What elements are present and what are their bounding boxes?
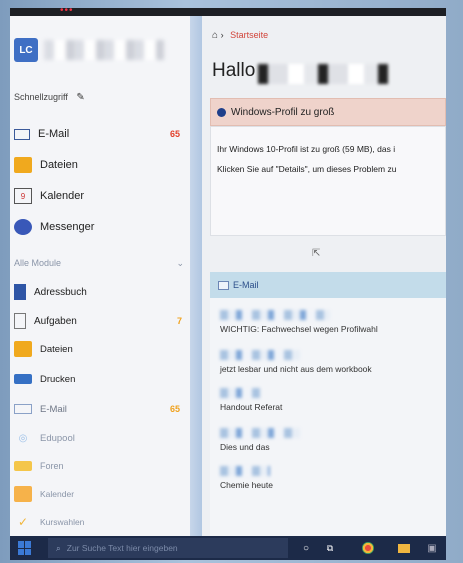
sidebar-item-course-selection[interactable]: ✓ Kurswahlen	[14, 510, 184, 534]
sender-redacted	[220, 466, 270, 476]
windows-start-icon[interactable]	[18, 541, 32, 555]
window-dots: •••	[60, 8, 74, 16]
browser-icon[interactable]	[360, 540, 376, 556]
taskbar: ⌕ Zur Suche Text hier eingeben ○ ⧉ ▣	[10, 536, 446, 560]
sidebar-item-print[interactable]: Drucken	[14, 367, 184, 391]
breadcrumb-link[interactable]: Startseite	[230, 30, 268, 40]
email-widget-title: E-Mail	[233, 280, 259, 290]
list-item[interactable]: jetzt lesbar und nicht aus dem workbook	[220, 350, 440, 374]
mail-icon	[14, 404, 32, 414]
screen: ••• LC Schnellzugriff ✎ E-Mail 65 Dateie…	[10, 8, 446, 560]
alert-header[interactable]: Windows-Profil zu groß	[210, 98, 446, 126]
list-item[interactable]: WICHTIG: Fachwechsel wegen Profilwahl	[220, 310, 440, 334]
unread-badge: 65	[169, 129, 180, 139]
breadcrumb: ⌂ › Startseite	[212, 30, 268, 41]
mail-icon	[14, 128, 30, 140]
page-title: Hallo	[212, 60, 256, 81]
cortana-icon[interactable]: ○	[298, 540, 314, 556]
calendar-icon: 9	[14, 188, 32, 204]
email-subject: Handout Referat	[220, 402, 283, 412]
email-list: WICHTIG: Fachwechsel wegen Profilwahl je…	[210, 298, 446, 538]
checkmark-icon: ✓	[17, 515, 29, 529]
top-bar: •••	[10, 8, 446, 16]
store-icon[interactable]: ▣	[424, 540, 440, 556]
user-bar[interactable]: LC	[10, 34, 190, 70]
sidebar-item-calendar[interactable]: 9 Kalender	[14, 184, 184, 208]
search-placeholder: Zur Suche Text hier eingeben	[66, 543, 178, 553]
email-subject: Dies und das	[220, 442, 270, 452]
alert-title: Windows-Profil zu groß	[231, 106, 335, 118]
sidebar-item-tasks[interactable]: Aufgaben 7	[14, 309, 184, 333]
sidebar-item-email[interactable]: E-Mail 65	[14, 122, 184, 146]
sender-redacted	[220, 388, 260, 398]
mouse-cursor-icon: ⇱	[312, 248, 321, 259]
sidebar-item-label: E-Mail	[38, 128, 70, 140]
sidebar-item-label: Messenger	[40, 221, 95, 233]
chevron-down-icon[interactable]: ⌄	[176, 258, 184, 269]
folder-icon	[14, 341, 32, 357]
all-modules-title[interactable]: Alle Module ⌄	[14, 258, 184, 268]
sidebar-item-label: Aufgaben	[34, 315, 77, 327]
all-modules-label: Alle Module	[14, 258, 62, 268]
quick-access-label: Schnellzugriff	[14, 92, 68, 102]
username-redacted	[44, 40, 164, 60]
sidebar-item-label: Foren	[40, 461, 64, 471]
addressbook-icon	[14, 284, 26, 300]
list-item[interactable]: Dies und das	[220, 428, 440, 452]
quick-access-title: Schnellzugriff ✎	[14, 92, 85, 103]
sidebar-item-label: Dateien	[40, 343, 73, 355]
main-content: ⌂ › Startseite Hallo Windows-Profil zu g…	[202, 16, 446, 538]
breadcrumb-separator: ›	[220, 30, 224, 40]
sender-redacted	[220, 310, 330, 320]
sidebar-item-files-module[interactable]: Dateien	[14, 337, 184, 361]
search-icon: ⌕	[56, 542, 61, 553]
sidebar-item-forum[interactable]: Foren	[14, 454, 184, 478]
edupool-icon: ◎	[18, 432, 28, 444]
email-widget-header[interactable]: E-Mail	[210, 272, 446, 298]
calendar-icon	[14, 486, 32, 502]
username-redacted	[258, 64, 388, 84]
sidebar: LC Schnellzugriff ✎ E-Mail 65 Dateien 9 …	[10, 16, 190, 536]
sidebar-item-calendar-module[interactable]: Kalender	[14, 482, 184, 506]
taskbar-search-input[interactable]: ⌕ Zur Suche Text hier eingeben	[48, 538, 288, 558]
sidebar-item-label: Adressbuch	[34, 286, 87, 298]
printer-icon	[14, 374, 32, 384]
email-subject: WICHTIG: Fachwechsel wegen Profilwahl	[220, 324, 378, 334]
sidebar-item-edupool[interactable]: ◎ Edupool	[14, 426, 184, 450]
list-item[interactable]: Chemie heute	[220, 466, 440, 490]
sidebar-item-label: Drucken	[40, 373, 76, 385]
folder-icon	[14, 157, 32, 173]
sidebar-divider	[190, 16, 202, 536]
alert-line: Klicken Sie auf "Details", um dieses Pro…	[217, 164, 397, 174]
task-view-icon[interactable]: ⧉	[322, 540, 338, 556]
unread-badge: 65	[169, 404, 180, 414]
sidebar-item-label: Dateien	[40, 159, 78, 171]
messenger-icon	[14, 219, 32, 235]
list-item[interactable]: Handout Referat	[220, 388, 440, 412]
alert-line: Ihr Windows 10-Profil ist zu groß (59 MB…	[217, 144, 396, 154]
sidebar-item-messenger[interactable]: Messenger	[14, 215, 184, 239]
sidebar-item-label: Kurswahlen	[40, 517, 85, 527]
email-subject: jetzt lesbar und nicht aus dem workbook	[220, 364, 372, 374]
avatar[interactable]: LC	[14, 38, 38, 62]
sidebar-item-label: E-Mail	[40, 403, 67, 415]
sender-redacted	[220, 428, 300, 438]
mail-icon	[218, 280, 229, 290]
sidebar-item-label: Kalender	[40, 489, 75, 499]
alert-body: Ihr Windows 10-Profil ist zu groß (59 MB…	[210, 126, 446, 236]
sidebar-item-email-module[interactable]: E-Mail 65	[14, 397, 184, 421]
sidebar-item-label: Edupool	[40, 432, 75, 444]
warning-icon	[217, 107, 226, 117]
email-subject: Chemie heute	[220, 480, 273, 490]
sidebar-item-label: Kalender	[40, 190, 85, 202]
home-icon[interactable]: ⌂	[212, 30, 218, 41]
tasks-icon	[14, 313, 26, 329]
sidebar-item-files[interactable]: Dateien	[14, 153, 184, 177]
task-badge: 7	[176, 316, 182, 326]
file-explorer-icon[interactable]	[396, 540, 412, 556]
sidebar-item-addressbook[interactable]: Adressbuch	[14, 280, 184, 304]
forum-icon	[14, 461, 32, 471]
pencil-icon[interactable]: ✎	[76, 92, 84, 103]
sender-redacted	[220, 350, 300, 360]
